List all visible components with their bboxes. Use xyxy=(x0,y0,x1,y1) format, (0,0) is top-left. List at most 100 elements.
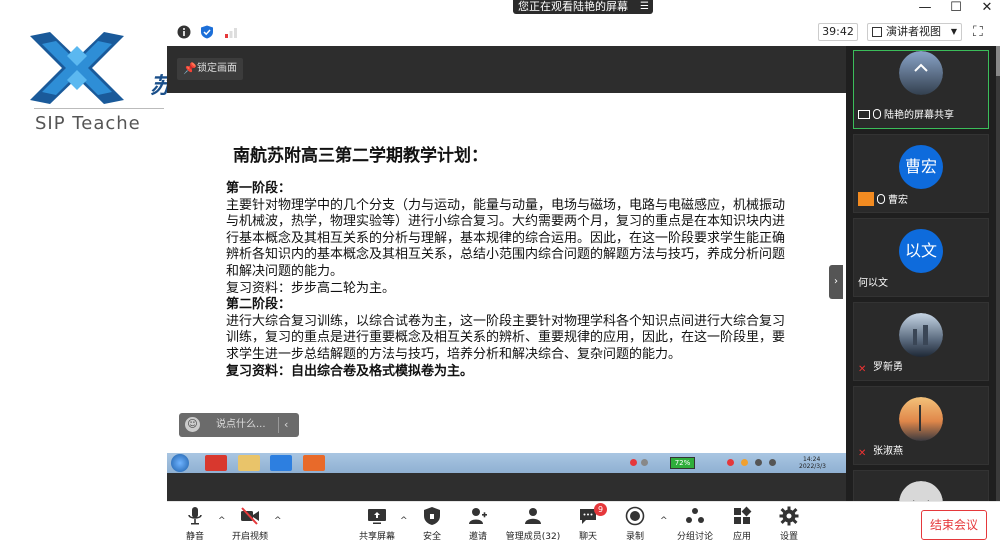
pin-screen-button[interactable]: 📌 锁定画面 xyxy=(177,58,243,80)
chat-badge: 9 xyxy=(594,503,607,516)
participant-name: ✕ 张淑燕 xyxy=(858,446,903,459)
sip-logo-icon xyxy=(30,32,124,104)
shared-document: 南航苏附高三第二学期教学计划： 第一阶段： 主要针对物理学中的几个分支（力与运动，… xyxy=(167,93,846,453)
shield-icon[interactable] xyxy=(200,25,214,39)
participant-name: ✕ 罗新勇 xyxy=(858,362,903,375)
logo-text: SIP Teache xyxy=(35,113,141,134)
manage-members-button[interactable]: 管理成员(32) xyxy=(500,506,566,542)
emoji-icon[interactable]: ☺ xyxy=(185,417,200,432)
fullscreen-icon[interactable]: ⛶ xyxy=(973,24,983,40)
pin-screen-label: 锁定画面 xyxy=(197,63,237,74)
viewing-banner-text: 您正在观看陆艳的屏幕 xyxy=(518,0,628,13)
tray-icon xyxy=(727,459,734,466)
settings-button[interactable]: 设置 xyxy=(761,506,817,542)
meeting-toolbar: 静音 ^ 开启视频 ^ 共享屏幕 ^ 安全 邀请 管理成员(32) 9 聊天 录… xyxy=(167,501,1000,550)
mic-muted-icon: ✕ xyxy=(858,364,867,375)
participant-photo xyxy=(899,51,943,95)
person-icon xyxy=(858,192,874,206)
desktop-background: SIP Teache 苏 xyxy=(0,0,172,550)
screen-share-icon xyxy=(858,110,870,119)
menu-icon[interactable]: ☰ xyxy=(640,0,649,13)
speaker-view-icon xyxy=(872,27,882,37)
document-paragraph: 复习资料：步步高二轮为主。 xyxy=(226,280,396,296)
document-body: 第一阶段： 主要针对物理学中的几个分支（力与运动，能量与动量，电场与磁场，电路与电… xyxy=(226,181,786,380)
participant-avatar: 以文 xyxy=(899,229,943,273)
remote-taskbar: 72% 14:24 2022/3/3 xyxy=(167,453,846,473)
logo-divider xyxy=(34,108,164,109)
tray-icon xyxy=(741,459,748,466)
microphone-icon xyxy=(873,109,881,119)
record-icon xyxy=(625,506,645,526)
record-label: 录制 xyxy=(625,532,644,542)
tray-icon xyxy=(769,459,776,466)
invite-button[interactable]: 邀请 xyxy=(450,506,506,542)
media-app-icon xyxy=(303,455,325,471)
video-options-caret[interactable]: ^ xyxy=(274,516,282,526)
participant-tile[interactable]: ✕ 张淑燕 xyxy=(853,386,989,465)
taskbar-time: 14:24 xyxy=(803,456,821,463)
video-off-icon xyxy=(241,507,259,525)
end-meeting-button[interactable]: 结束会议 xyxy=(921,510,987,540)
participant-tile[interactable]: 以文 何以文 xyxy=(853,218,989,297)
document-paragraph: 进行大综合复习训练，以综合试卷为主，这一阶段主要针对物理学科各个知识点间进行大综… xyxy=(226,313,786,362)
collapse-panel-tab[interactable]: › xyxy=(829,265,843,299)
record-button[interactable]: 录制 xyxy=(607,506,663,542)
share-screen-label: 共享屏幕 xyxy=(358,532,395,542)
view-mode-button[interactable]: 演讲者视图 ▼ xyxy=(867,23,962,41)
meeting-timer: 39:42 xyxy=(818,23,858,41)
taskbar-date: 2022/3/3 xyxy=(799,463,826,470)
participant-tile[interactable]: 曹宏 曹宏 xyxy=(853,134,989,213)
start-video-label: 开启视频 xyxy=(231,532,268,542)
info-icon[interactable] xyxy=(177,25,191,39)
wps-app-icon xyxy=(205,455,227,471)
participant-tile[interactable]: ✕ 罗新勇 xyxy=(853,302,989,381)
folder-app-icon xyxy=(238,455,260,471)
microphone-icon xyxy=(188,507,202,525)
document-title: 南航苏附高三第二学期教学计划： xyxy=(233,146,488,166)
chat-input-pill[interactable]: ☺ 说点什么... ‹ xyxy=(179,413,299,437)
maximize-icon[interactable]: ☐ xyxy=(946,0,966,15)
participant-name: 曹宏 xyxy=(858,192,908,208)
document-heading: 第二阶段： xyxy=(226,297,292,313)
signal-icon[interactable] xyxy=(224,25,238,39)
meeting-app-icon xyxy=(270,455,292,471)
mute-button[interactable]: 静音 xyxy=(167,506,223,542)
participant-tile-screen[interactable]: 陆艳的屏幕共享 xyxy=(853,50,989,129)
close-icon[interactable]: ✕ xyxy=(977,0,997,15)
tray-icon xyxy=(755,459,762,466)
participant-name: 陆艳的屏幕共享 xyxy=(858,108,954,124)
top-bar: — ☐ ✕ 39:42 演讲者视图 ▼ ⛶ xyxy=(167,0,1000,46)
windows-start-icon xyxy=(171,454,189,472)
add-user-icon xyxy=(469,508,487,524)
scrollbar-thumb[interactable] xyxy=(996,46,1000,76)
participant-avatar: 曹宏 xyxy=(899,145,943,189)
panel-scrollbar[interactable] xyxy=(996,46,1000,501)
apps-icon xyxy=(734,506,752,524)
chat-input-placeholder[interactable]: 说点什么... xyxy=(216,419,266,430)
share-screen-icon xyxy=(368,509,386,524)
start-video-button[interactable]: 开启视频 xyxy=(222,506,278,542)
pin-bar: 📌 锁定画面 xyxy=(167,46,846,93)
chevron-left-icon[interactable]: ‹ xyxy=(284,413,288,437)
meeting-window: SIP Teache 苏 您正在观看陆艳的屏幕 ☰ — ☐ ✕ 39:42 演讲… xyxy=(0,0,1000,550)
shared-screen: 📌 锁定画面 南航苏附高三第二学期教学计划： 第一阶段： 主要针对物理学中的几个分… xyxy=(167,46,846,501)
participant-photo xyxy=(899,313,943,357)
minimize-icon[interactable]: — xyxy=(915,0,935,15)
share-screen-button[interactable]: 共享屏幕 xyxy=(349,506,405,542)
viewing-banner[interactable]: 您正在观看陆艳的屏幕 ☰ xyxy=(513,0,653,14)
mic-muted-icon: ✕ xyxy=(858,448,867,459)
settings-label: 设置 xyxy=(779,532,798,542)
participant-name: 何以文 xyxy=(858,278,888,289)
document-heading: 第一阶段： xyxy=(226,181,292,196)
chevron-down-icon: ▼ xyxy=(950,27,957,36)
gear-icon xyxy=(779,506,799,526)
shared-screen-footer xyxy=(167,473,846,501)
shield-icon xyxy=(424,507,440,525)
tray-icon xyxy=(630,459,637,466)
document-paragraph: 主要针对物理学中的几个分支（力与运动，能量与动量，电场与磁场，电路与电磁感应，机… xyxy=(226,197,786,279)
manage-members-label: 管理成员(32) xyxy=(505,532,561,542)
document-heading: 复习资料：自出综合卷及格式模拟卷为主。 xyxy=(226,363,474,379)
view-mode-label: 演讲者视图 xyxy=(886,25,941,38)
microphone-icon xyxy=(877,194,885,204)
members-icon xyxy=(525,508,541,524)
